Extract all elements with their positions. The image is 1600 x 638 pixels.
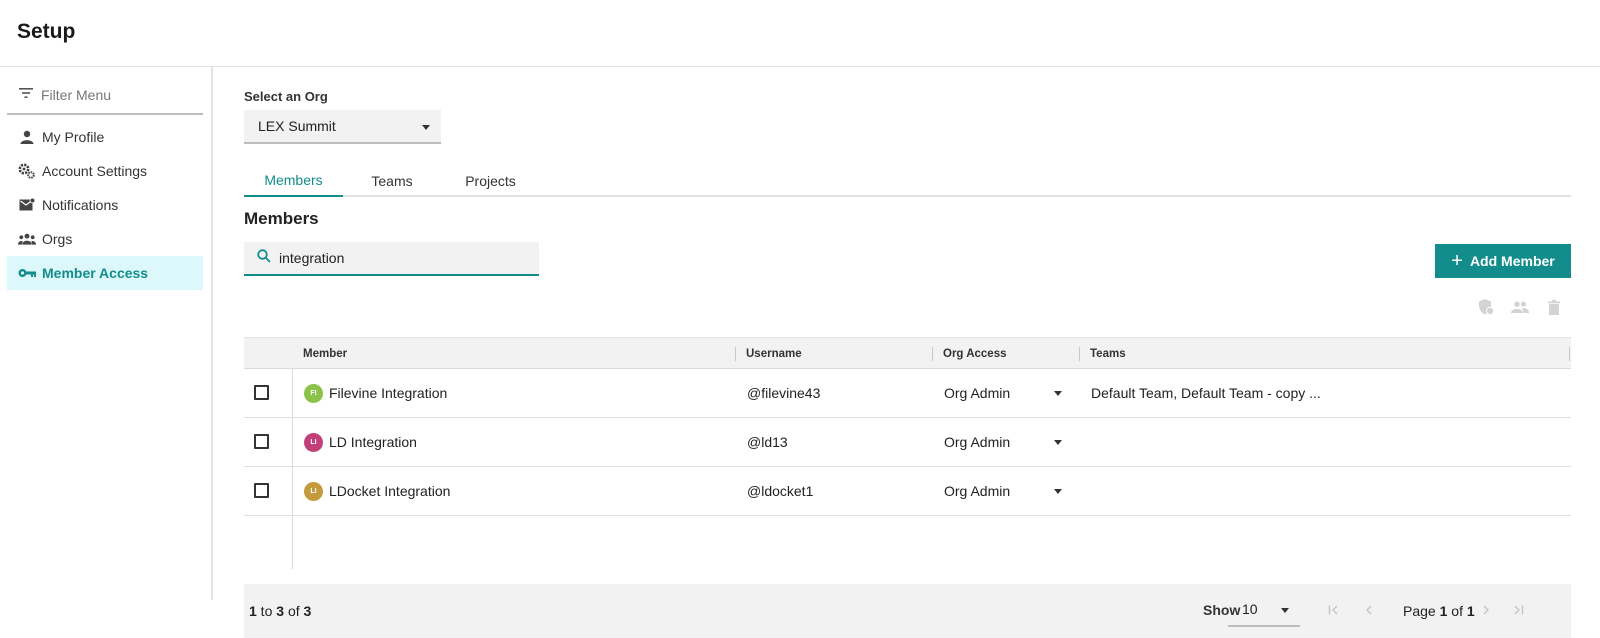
sidebar-item-notifications[interactable]: Notifications [7,188,203,222]
org-access-select[interactable]: Org Admin [944,467,1064,515]
row-count: 1 to 3 of 3 [249,603,312,619]
mail-icon [18,196,36,214]
org-access-value: Org Admin [944,434,1011,450]
members-table: Member Username Org Access Teams FI File… [244,337,1571,569]
org-access-select[interactable]: Org Admin [944,369,1064,417]
member-search[interactable] [244,242,539,276]
search-icon [257,248,271,268]
sidebar-item-label: Notifications [42,197,119,213]
chevron-down-icon [1281,608,1289,613]
filter-icon [19,86,33,104]
org-access-select[interactable]: Org Admin [944,418,1064,466]
table-header: Member Username Org Access Teams [244,337,1571,369]
tab-members[interactable]: Members [244,164,343,197]
bulk-actions [1476,297,1571,319]
page-size-value: 10 [1242,601,1258,617]
sidebar-item-member-access[interactable]: Member Access [7,256,203,290]
top-bar: Setup [0,0,1600,67]
column-resize-handle[interactable] [735,347,736,361]
org-select-value: LEX Summit [258,118,336,134]
avatar: FI [304,383,323,403]
person-icon [18,128,36,146]
people-icon[interactable] [1510,297,1530,317]
avatar: LI [304,432,323,452]
teams-cell: Default Team, Default Team - copy ... [1091,385,1321,401]
page-size-select[interactable]: 10 [1228,593,1300,627]
chevron-down-icon [1054,391,1062,396]
last-page-icon[interactable] [1510,601,1526,619]
tab-teams[interactable]: Teams [346,164,438,197]
org-select-label: Select an Org [244,89,328,104]
filter-menu-input[interactable]: Filter Menu [7,77,203,115]
chevron-down-icon [1054,489,1062,494]
member-cell: FI Filevine Integration [304,369,447,417]
row-checkbox[interactable] [254,434,269,449]
table-row: LI LDocket Integration @ldocket1 Org Adm… [244,467,1571,516]
org-access-value: Org Admin [944,385,1011,401]
add-member-label: Add Member [1469,253,1555,269]
username-cell: @ld13 [747,434,788,450]
column-header-member[interactable]: Member [303,338,347,370]
chevron-down-icon [1054,440,1062,445]
shield-icon[interactable] [1476,297,1496,317]
previous-page-icon[interactable] [1361,601,1377,619]
tab-bar: Members Teams Projects [244,164,1571,197]
username-cell: @filevine43 [747,385,821,401]
row-checkbox[interactable] [254,483,269,498]
gears-icon [18,162,36,180]
table-footer: 1 to 3 of 3 Show 10 Page 1 of 1 [244,584,1571,638]
group-icon [18,230,36,248]
column-header-username[interactable]: Username [746,338,802,370]
search-input[interactable] [279,250,529,266]
member-name: LDocket Integration [329,483,451,499]
column-header-org-access[interactable]: Org Access [943,338,1007,370]
trash-icon[interactable] [1544,297,1564,317]
page-indicator: Page 1 of 1 [1403,603,1475,619]
sidebar-item-orgs[interactable]: Orgs [7,222,203,256]
sidebar-item-label: Orgs [42,231,73,247]
table-row: FI Filevine Integration @filevine43 Org … [244,369,1571,418]
sidebar-item-account-settings[interactable]: Account Settings [7,154,203,188]
sidebar-item-label: Member Access [42,265,149,281]
column-resize-handle[interactable] [932,347,933,361]
key-icon [18,264,36,282]
org-select[interactable]: LEX Summit [244,110,441,144]
member-name: Filevine Integration [329,385,448,401]
filter-menu-placeholder: Filter Menu [41,87,112,103]
avatar: LI [304,481,323,501]
org-access-value: Org Admin [944,483,1011,499]
section-title: Members [244,209,319,228]
chevron-down-icon [422,125,430,130]
sidebar-item-label: My Profile [42,129,105,145]
sidebar-item-label: Account Settings [42,163,148,179]
add-member-button[interactable]: + Add Member [1435,244,1571,278]
column-resize-handle[interactable] [1569,347,1570,361]
plus-icon: + [1451,250,1463,272]
column-resize-handle[interactable] [1079,347,1080,361]
page-title: Setup [17,20,76,43]
member-cell: LI LDocket Integration [304,467,450,515]
first-page-icon[interactable] [1326,601,1342,619]
sidebar: Filter Menu My Profile Account Settings … [0,67,213,600]
member-name: LD Integration [329,434,417,450]
column-header-teams[interactable]: Teams [1090,338,1126,370]
tab-projects[interactable]: Projects [444,164,537,197]
main-content: Select an Org LEX Summit Members Teams P… [244,67,1571,638]
username-cell: @ldocket1 [747,483,814,499]
table-row: LI LD Integration @ld13 Org Admin [244,418,1571,467]
row-checkbox[interactable] [254,385,269,400]
next-page-icon[interactable] [1478,601,1494,619]
sidebar-item-my-profile[interactable]: My Profile [7,120,203,154]
member-cell: LI LD Integration [304,418,417,466]
